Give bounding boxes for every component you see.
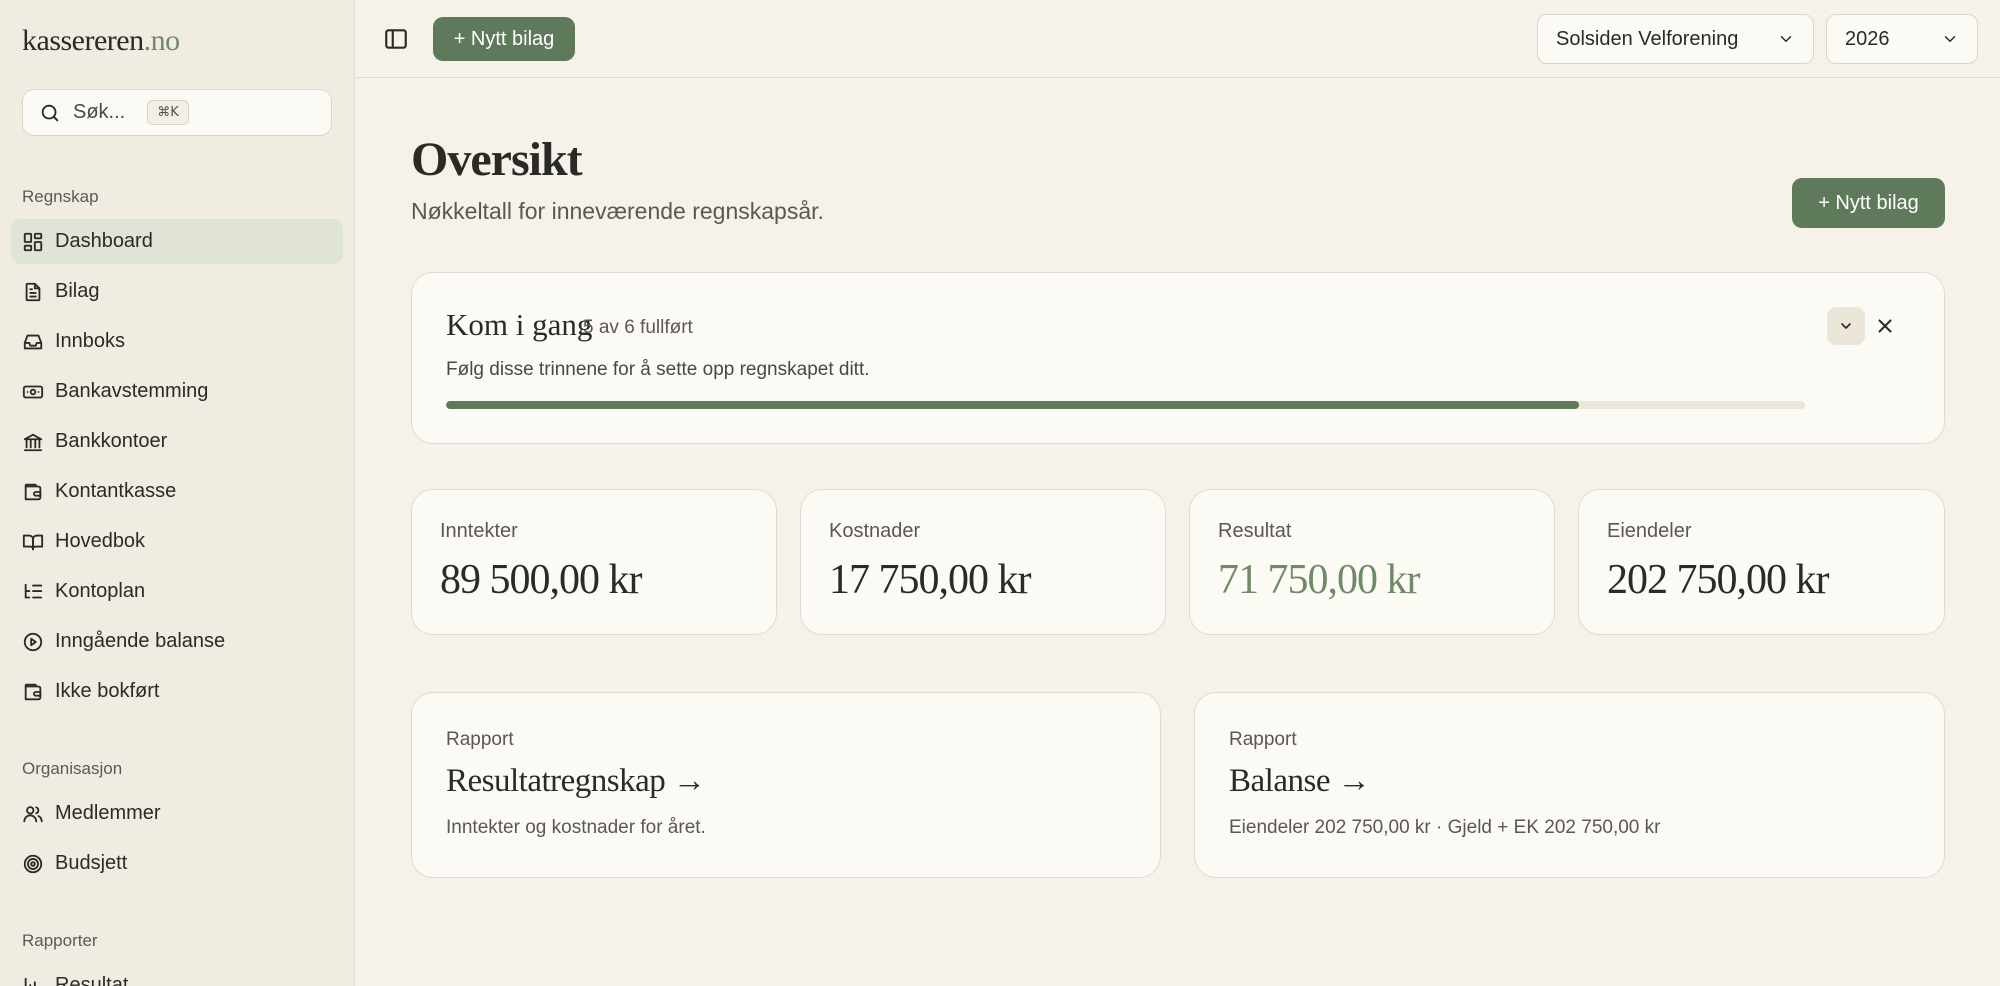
sidebar-item-medlemmer[interactable]: Medlemmer	[11, 791, 343, 836]
banknote-icon	[22, 385, 44, 398]
getting-started-card: Kom i gang 5 av 6 fullført Følg disse tr…	[411, 272, 1945, 444]
book-open-icon	[22, 534, 44, 550]
report-kicker: Rapport	[446, 729, 514, 750]
report-description: Eiendeler 202 750,00 kr · Gjeld + EK 202…	[1229, 817, 1661, 838]
sidebar-item-label: Bankkontoer	[55, 430, 168, 452]
collapse-button[interactable]	[1827, 307, 1865, 345]
sidebar-item-kontoplan[interactable]: Kontoplan	[11, 569, 343, 614]
report-title[interactable]: Balanse →	[1229, 763, 1371, 800]
year-select[interactable]: 2026	[1826, 14, 1978, 64]
dashboard-icon	[23, 232, 43, 251]
search-shortcut: ⌘K	[147, 100, 189, 125]
search-placeholder: Søk...	[73, 101, 126, 123]
report-kicker: Rapport	[1229, 729, 1297, 750]
sidebar-item-bilag[interactable]: Bilag	[11, 269, 343, 314]
sidebar-toggle-button[interactable]	[383, 26, 409, 52]
stat-value: 202 750,00 kr	[1607, 557, 1829, 603]
sidebar-item-label: Dashboard	[55, 230, 153, 252]
inbox-icon	[23, 334, 43, 349]
section-label-regnskap: Regnskap	[22, 187, 99, 206]
search-input[interactable]: Søk... ⌘K	[22, 89, 332, 136]
sidebar-item-innboks[interactable]: Innboks	[11, 319, 343, 364]
sidebar-item-label: Bilag	[55, 280, 100, 302]
panel-left-icon	[385, 29, 407, 49]
close-button[interactable]	[1874, 315, 1896, 337]
stat-card-inntekter: Inntekter 89 500,00 kr	[411, 489, 777, 635]
bank-icon	[23, 433, 43, 451]
chevron-down-icon	[1841, 323, 1851, 329]
report-title[interactable]: Resultatregnskap →	[446, 763, 706, 800]
brand-name: kassereren	[22, 24, 144, 57]
top-bar: + Nytt bilag Solsiden Velforening 2026	[355, 0, 2000, 78]
file-text-icon	[25, 282, 41, 301]
getting-started-title: Kom i gang	[446, 307, 593, 342]
chevron-down-icon	[1944, 36, 1956, 42]
stat-value: 17 750,00 kr	[829, 557, 1031, 603]
getting-started-description: Følg disse trinnene for å sette opp regn…	[446, 359, 870, 380]
new-voucher-button[interactable]: + Nytt bilag	[1792, 178, 1945, 228]
sidebar-item-resultat[interactable]: Resultat	[11, 963, 343, 986]
main-content: Oversikt Nøkkeltall for inneværende regn…	[355, 78, 2000, 986]
wallet-icon	[24, 483, 42, 500]
bar-chart-icon	[24, 977, 41, 986]
sidebar-item-label: Budsjett	[55, 852, 128, 874]
report-card-balanse[interactable]: Rapport Balanse → Eiendeler 202 750,00 k…	[1194, 692, 1945, 878]
sidebar-item-label: Kontoplan	[55, 580, 146, 602]
stat-card-resultat: Resultat 71 750,00 kr	[1189, 489, 1555, 635]
page-title: Oversikt	[411, 133, 583, 186]
search-icon	[41, 104, 59, 121]
sidebar-item-label: Bankavstemming	[55, 380, 209, 402]
sidebar-item-bankavstemming[interactable]: Bankavstemming	[11, 369, 343, 414]
list-tree-icon	[24, 583, 43, 598]
sidebar-item-label: Kontantkasse	[55, 480, 177, 502]
sidebar-item-label: Resultat	[55, 974, 129, 986]
sidebar-item-hovedbok[interactable]: Hovedbok	[11, 519, 343, 564]
sidebar-item-label: Ikke bokført	[55, 680, 160, 702]
stat-value: 89 500,00 kr	[440, 557, 642, 603]
sidebar-item-label: Hovedbok	[55, 530, 146, 552]
sidebar-item-label: Inngående balanse	[55, 630, 226, 652]
target-icon	[23, 854, 43, 873]
getting-started-progress	[446, 401, 1805, 409]
sidebar-item-bankkontoer[interactable]: Bankkontoer	[11, 419, 343, 464]
section-label-rapporter: Rapporter	[22, 931, 98, 950]
close-icon	[1878, 319, 1892, 333]
play-circle-icon	[23, 632, 43, 651]
organization-select-value: Solsiden Velforening	[1556, 27, 1739, 50]
year-select-value: 2026	[1845, 27, 1890, 50]
organization-select[interactable]: Solsiden Velforening	[1537, 14, 1814, 64]
stat-label: Resultat	[1218, 520, 1292, 542]
sidebar-item-budsjett[interactable]: Budsjett	[11, 841, 343, 886]
stat-card-kostnader: Kostnader 17 750,00 kr	[800, 489, 1166, 635]
wallet-icon	[24, 683, 42, 700]
sidebar-item-kontantkasse[interactable]: Kontantkasse	[11, 469, 343, 514]
users-icon	[23, 805, 43, 822]
brand-logo[interactable]: kassereren.no	[22, 24, 180, 58]
stat-card-eiendeler: Eiendeler 202 750,00 kr	[1578, 489, 1945, 635]
stat-value: 71 750,00 kr	[1218, 557, 1420, 603]
section-label-organisasjon: Organisasjon	[22, 759, 123, 778]
sidebar: kassereren.no Søk... ⌘K Regnskap Dashboa…	[0, 0, 355, 986]
chevron-down-icon	[1780, 36, 1792, 42]
sidebar-item-dashboard[interactable]: Dashboard	[11, 219, 343, 264]
sidebar-item-inngaende-balanse[interactable]: Inngående balanse	[11, 619, 343, 664]
brand-tld: .no	[143, 24, 181, 57]
getting-started-progress-fill	[446, 401, 1579, 409]
stat-label: Inntekter	[440, 520, 518, 542]
sidebar-item-label: Medlemmer	[55, 802, 161, 824]
getting-started-count: 5 av 6 fullført	[583, 317, 693, 338]
stat-label: Kostnader	[829, 520, 921, 542]
sidebar-item-ikke-bokfort[interactable]: Ikke bokført	[11, 669, 343, 714]
sidebar-item-label: Innboks	[55, 330, 126, 352]
stat-label: Eiendeler	[1607, 520, 1692, 542]
new-voucher-button-top[interactable]: + Nytt bilag	[433, 17, 575, 61]
report-description: Inntekter og kostnader for året.	[446, 817, 706, 838]
page-subtitle: Nøkkeltall for inneværende regnskapsår.	[411, 198, 824, 224]
report-card-resultatregnskap[interactable]: Rapport Resultatregnskap → Inntekter og …	[411, 692, 1161, 878]
